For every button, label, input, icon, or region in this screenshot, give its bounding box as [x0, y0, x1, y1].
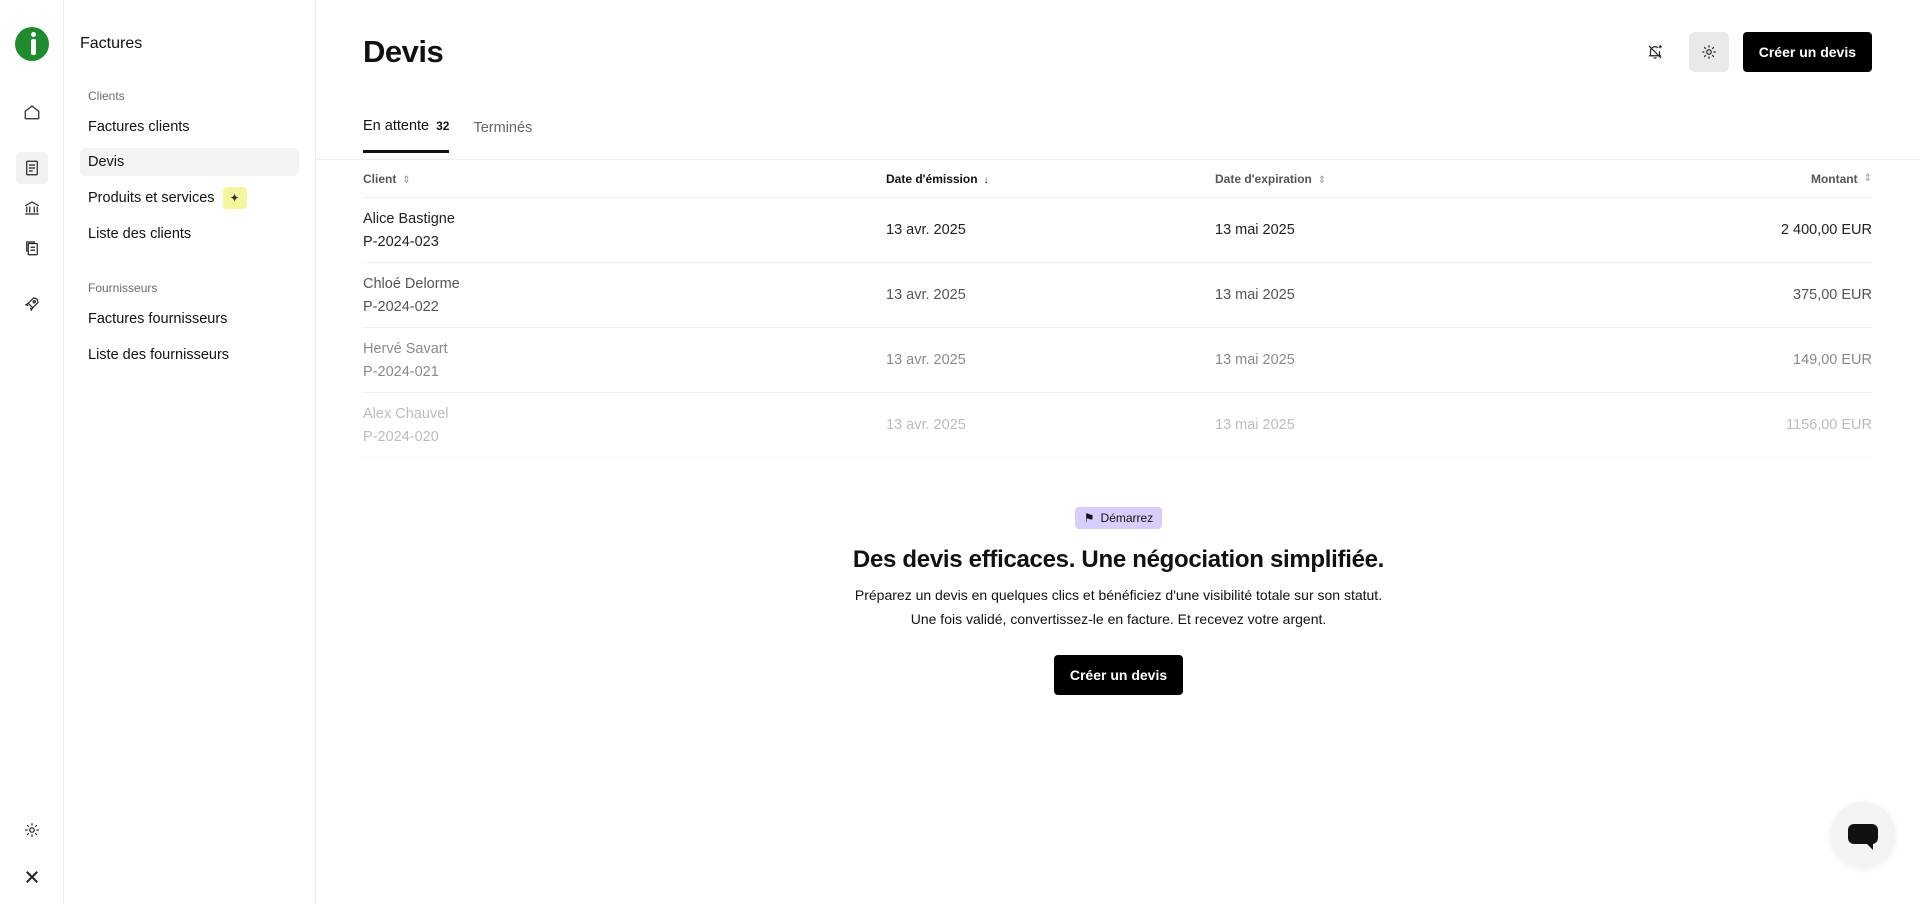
expiration-date: 13 mai 2025: [1215, 417, 1295, 433]
emission-date: 13 avr. 2025: [886, 287, 966, 303]
chat-bubble-icon: [1848, 824, 1878, 850]
amount: 1156,00 EUR: [1786, 417, 1872, 433]
sidebar-item-label: Factures fournisseurs: [88, 311, 228, 327]
tab-count: 32: [436, 119, 450, 133]
sidebar-section-fournisseurs: Fournisseurs: [88, 281, 158, 295]
start-badge: ⚑ Démarrez: [1074, 507, 1163, 529]
column-label: Date d'émission: [886, 171, 978, 186]
quotes-table: Client ⇕ Date d'émission ↓ Date d'expirati…: [363, 160, 1872, 458]
column-client[interactable]: Client ⇕: [363, 172, 886, 186]
column-expiration[interactable]: Date d'expiration ⇕: [1215, 172, 1515, 186]
sidebar-item-label: Liste des clients: [88, 226, 192, 242]
emission-date: 13 avr. 2025: [886, 417, 966, 433]
sidebar-item-liste-clients[interactable]: Liste des clients: [80, 220, 299, 248]
rocket-icon[interactable]: [16, 288, 48, 320]
sidebar-item-produits[interactable]: Produits et services ✦: [80, 184, 299, 212]
column-label: Montant: [1810, 171, 1858, 186]
tab-label: En attente: [363, 118, 430, 134]
client-name: Alice Bastigne: [363, 210, 455, 227]
sidebar-item-devis[interactable]: Devis: [80, 148, 299, 176]
quote-ref: P-2024-023: [363, 233, 439, 250]
header-actions: Créer un devis: [1635, 32, 1872, 72]
notification-bell-icon[interactable]: [1635, 32, 1675, 72]
sort-icon: ⇕: [1317, 174, 1327, 186]
table-row[interactable]: Alice Bastigne P-2024-023 13 avr. 2025 13…: [363, 198, 1872, 263]
empty-state-title: Des devis efficaces. Une négociation sim…: [852, 546, 1385, 573]
gear-icon[interactable]: [16, 814, 48, 846]
create-quote-cta-button[interactable]: Créer un devis: [1053, 655, 1184, 695]
column-label: Client: [363, 171, 397, 186]
empty-state-line: Préparez un devis en quelques clics et b…: [854, 587, 1383, 603]
emission-date: 13 avr. 2025: [886, 352, 966, 368]
page-title: Devis: [363, 34, 444, 69]
empty-state-description: Préparez un devis en quelques clics et b…: [317, 583, 1920, 631]
table-row[interactable]: Alex Chauvel P-2024-020 13 avr. 2025 13 m…: [363, 393, 1872, 458]
invoice-icon[interactable]: [16, 152, 48, 184]
amount: 149,00 EUR: [1793, 352, 1872, 368]
table-row[interactable]: Chloé Delorme P-2024-022 13 avr. 2025 13 …: [363, 263, 1872, 328]
sort-icon: ⇕: [402, 174, 411, 186]
sidebar-item-factures-clients[interactable]: Factures clients: [80, 113, 299, 141]
sidebar-item-label: Factures clients: [88, 119, 190, 135]
quote-ref: P-2024-020: [363, 428, 439, 445]
sidebar-item-label: Devis: [88, 154, 125, 170]
quote-ref: P-2024-021: [363, 363, 439, 380]
sidebar-item-label: Liste des fournisseurs: [88, 347, 230, 363]
expiration-date: 13 mai 2025: [1215, 287, 1295, 303]
column-label: Date d'expiration: [1215, 171, 1312, 186]
empty-state-line: Une fois validé, convertissez-le en fact…: [910, 611, 1327, 627]
client-name: Chloé Delorme: [363, 275, 460, 292]
documents-icon[interactable]: [16, 232, 48, 264]
sidebar-item-factures-fournisseurs[interactable]: Factures fournisseurs: [80, 305, 299, 333]
table-row[interactable]: Hervé Savart P-2024-021 13 avr. 2025 13 m…: [363, 328, 1872, 393]
tab-label: Terminés: [473, 119, 533, 136]
quote-ref: P-2024-022: [363, 298, 439, 315]
sparkle-icon: ✦: [222, 187, 247, 209]
amount: 375,00 EUR: [1793, 287, 1872, 303]
app-root: Factures Clients Factures clients Devis …: [0, 0, 1920, 904]
x-logo-icon[interactable]: [16, 861, 48, 893]
expiration-date: 13 mai 2025: [1215, 222, 1295, 238]
app-logo[interactable]: [15, 27, 49, 61]
sort-icon: ⇕: [1863, 173, 1872, 184]
signpost-icon: ⚑: [1083, 511, 1095, 525]
main-content: Devis Créer un devis En attente 32 Termi…: [317, 0, 1920, 904]
create-quote-button[interactable]: Créer un devis: [1742, 32, 1872, 72]
bank-icon[interactable]: [16, 192, 48, 224]
tab-en-attente[interactable]: En attente 32: [363, 118, 450, 153]
sidebar-section-clients: Clients: [88, 89, 125, 103]
home-icon[interactable]: [16, 96, 48, 128]
table-header: Client ⇕ Date d'émission ↓ Date d'expirati…: [363, 160, 1872, 198]
icon-rail: [0, 0, 64, 904]
expiration-date: 13 mai 2025: [1215, 352, 1295, 368]
sort-down-icon: ↓: [983, 174, 989, 186]
settings-gear-icon[interactable]: [1688, 32, 1729, 72]
chat-support-button[interactable]: [1831, 802, 1895, 866]
emission-date: 13 avr. 2025: [886, 222, 966, 238]
column-amount[interactable]: Montant ⇕: [1515, 172, 1872, 186]
client-name: Alex Chauvel: [363, 405, 449, 422]
tabs: En attente 32 Terminés: [363, 118, 532, 153]
tab-termines[interactable]: Terminés: [473, 118, 532, 153]
sidebar-title: Factures: [80, 35, 143, 52]
column-emission[interactable]: Date d'émission ↓: [886, 172, 1215, 186]
secondary-sidebar: Factures Clients Factures clients Devis …: [64, 0, 316, 904]
sidebar-item-liste-fournisseurs[interactable]: Liste des fournisseurs: [80, 341, 299, 369]
empty-state: ⚑ Démarrez Des devis efficaces. Une négo…: [317, 507, 1920, 695]
badge-label: Démarrez: [1100, 511, 1154, 525]
client-name: Hervé Savart: [363, 340, 448, 357]
sidebar-item-label: Produits et services: [88, 190, 215, 206]
amount: 2 400,00 EUR: [1780, 222, 1872, 238]
